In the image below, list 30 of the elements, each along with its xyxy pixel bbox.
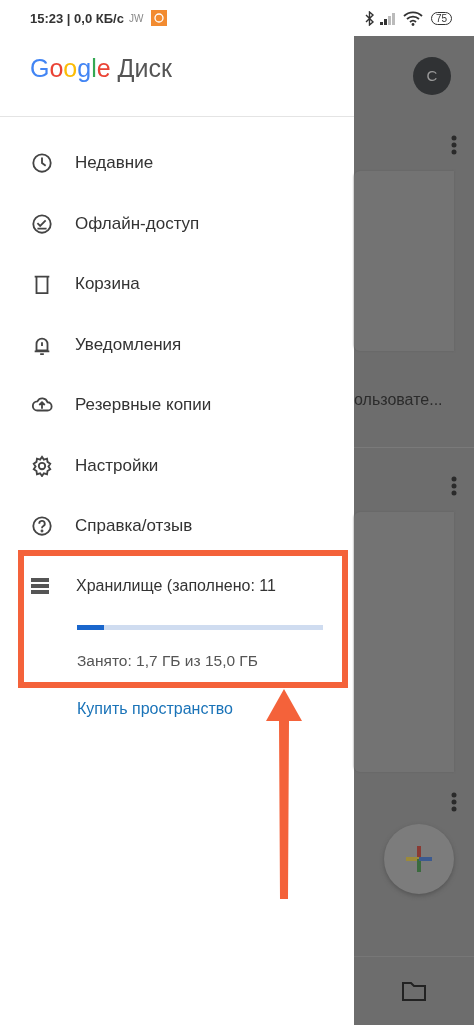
plus-icon [404, 844, 434, 874]
menu-item[interactable]: Настройки [0, 435, 354, 496]
status-tag: JW [128, 12, 144, 24]
check-circle-icon [31, 212, 53, 235]
more-icon[interactable] [451, 135, 457, 155]
status-clock: 15:23 | 0,0 КБ/с [30, 10, 124, 26]
storage-usage: Занято: 1,7 ГБ из 15,0 ГБ [77, 651, 259, 670]
menu-item[interactable]: Резервные копии [0, 375, 354, 436]
clock-icon [31, 152, 53, 175]
more-icon[interactable] [451, 792, 457, 812]
add-button[interactable] [384, 824, 454, 894]
menu-item[interactable]: Офлайн-доступ [0, 193, 354, 254]
menu-item[interactable]: Недавние [0, 133, 354, 194]
menu-item[interactable]: Корзина [0, 254, 354, 315]
menu-item[interactable]: Справка/отзыв [0, 496, 354, 557]
settings-icon [31, 454, 53, 477]
menu-item[interactable]: Уведомления [0, 314, 354, 375]
buy-storage-link[interactable]: Купить пространство [77, 699, 233, 718]
help-icon [31, 515, 53, 538]
signal-icon [379, 11, 398, 25]
avatar[interactable]: C [413, 56, 451, 95]
bluetooth-icon [364, 10, 375, 26]
storage-icon [31, 577, 49, 594]
folder-icon[interactable] [401, 980, 427, 1002]
file-name: ользовате... [354, 391, 444, 409]
app-notification-icon [151, 10, 168, 26]
storage-label[interactable]: Хранилище (заполнено: 11 [76, 576, 276, 595]
wifi-icon [402, 10, 423, 26]
app-logo: Google Диск [30, 54, 172, 83]
more-icon[interactable] [451, 476, 457, 496]
